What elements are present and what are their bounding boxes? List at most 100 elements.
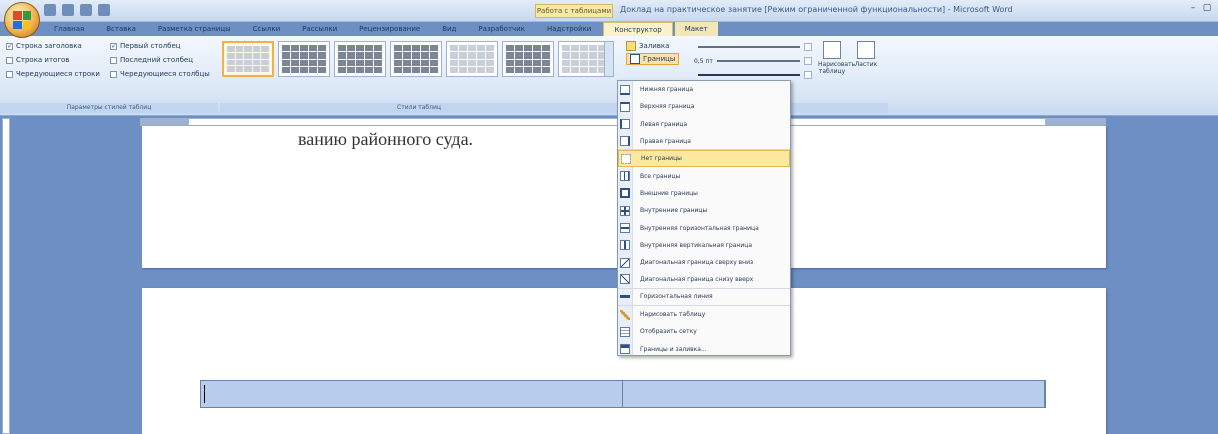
tab-view[interactable]: Вид — [432, 22, 466, 36]
menu-item-all-borders[interactable]: Все границы — [618, 167, 790, 184]
menu-item-diagonal-down-border[interactable]: Диагональная граница сверху вниз — [618, 254, 790, 271]
table-style-item[interactable] — [558, 41, 610, 77]
menu-item-inside-borders[interactable]: Внутренние границы — [618, 202, 790, 219]
header-row-checkbox[interactable]: ✓ Строка заголовка — [6, 42, 82, 50]
total-row-checkbox[interactable]: Строка итогов — [6, 56, 69, 64]
ribbon: ✓ Строка заголовка Строка итогов Чередующ… — [0, 36, 1218, 116]
table-cell[interactable] — [201, 381, 623, 407]
borders-dropdown-menu: Нижняя граница Верхняя граница Левая грани… — [617, 80, 791, 356]
menu-item-label: Отобразить сетку — [640, 328, 697, 336]
tab-design[interactable]: Конструктор — [603, 22, 673, 36]
menu-item-diagonal-up-border[interactable]: Диагональная граница снизу вверх — [618, 271, 790, 289]
inside-horizontal-border-icon — [620, 223, 630, 234]
menu-item-label: Внутренняя горизонтальная граница — [640, 224, 759, 232]
pen-style-select[interactable] — [694, 42, 812, 52]
menu-item-view-gridlines[interactable]: Отобразить сетку — [618, 323, 790, 340]
context-tab-group: Работа с таблицами — [535, 4, 613, 18]
tab-review[interactable]: Рецензирование — [349, 22, 430, 36]
quick-access-toolbar — [44, 4, 110, 16]
banded-columns-checkbox[interactable]: Чередующиеся столбцы — [110, 70, 210, 78]
save-icon[interactable] — [44, 4, 56, 16]
vertical-ruler[interactable] — [2, 118, 10, 434]
draw-table-icon — [823, 41, 841, 59]
menu-item-inside-horizontal-border[interactable]: Внутренняя горизонтальная граница — [618, 219, 790, 236]
tab-home[interactable]: Главная — [44, 22, 94, 36]
shading-icon — [626, 41, 636, 51]
checkbox-checked-icon: ✓ — [110, 42, 117, 50]
outside-borders-icon — [620, 188, 630, 199]
tab-developer[interactable]: Разработчик — [468, 22, 535, 36]
menu-item-right-border[interactable]: Правая граница — [618, 133, 790, 151]
tab-layout[interactable]: Макет — [674, 22, 718, 36]
text-cursor — [204, 385, 205, 403]
minimize-icon[interactable]: – — [1188, 3, 1198, 13]
menu-item-label: Правая граница — [640, 137, 691, 145]
title-bar: Работа с таблицами Доклад на практическо… — [0, 0, 1218, 22]
group-label-table-styles: Стили таблиц — [220, 103, 618, 113]
menu-item-label: Внешние границы — [640, 189, 698, 197]
shading-button[interactable]: Заливка — [626, 41, 669, 51]
menu-item-label: Левая граница — [640, 120, 688, 128]
gallery-scroll[interactable] — [604, 41, 614, 77]
office-logo-icon — [13, 11, 31, 29]
chevron-down-icon — [804, 71, 812, 79]
first-column-checkbox[interactable]: ✓ Первый столбец — [110, 42, 181, 50]
customize-qat-icon[interactable] — [98, 4, 110, 16]
pen-settings: 0,5 пт — [694, 42, 812, 84]
maximize-icon[interactable]: ▢ — [1202, 3, 1212, 13]
menu-item-label: Нарисовать таблицу — [640, 311, 706, 318]
menu-item-left-border[interactable]: Левая граница — [618, 116, 790, 133]
menu-item-bottom-border[interactable]: Нижняя граница — [618, 81, 790, 98]
tab-addins[interactable]: Надстройки — [537, 22, 601, 36]
menu-item-draw-table[interactable]: Нарисовать таблицу — [618, 306, 790, 323]
menu-item-borders-and-shading[interactable]: Границы и заливка... — [618, 340, 790, 357]
all-borders-icon — [620, 171, 630, 182]
menu-item-label: Диагональная граница снизу вверх — [640, 275, 754, 283]
eraser-icon — [857, 41, 875, 59]
borders-button[interactable]: Границы — [626, 53, 680, 65]
diagonal-up-border-icon — [620, 274, 630, 285]
tab-insert[interactable]: Вставка — [96, 22, 146, 36]
table-style-item[interactable] — [334, 41, 386, 77]
menu-item-label: Границы и заливка... — [640, 345, 707, 353]
right-border-icon — [620, 136, 630, 147]
ribbon-tabs: Главная Вставка Разметка страницы Ссылки… — [44, 22, 718, 36]
document-table[interactable] — [200, 380, 1046, 408]
table-style-item[interactable] — [222, 41, 274, 77]
chevron-down-icon — [804, 57, 812, 65]
banded-rows-checkbox[interactable]: Чередующиеся строки — [6, 70, 100, 78]
menu-item-inside-vertical-border[interactable]: Внутренняя вертикальная граница — [618, 237, 790, 254]
redo-icon[interactable] — [80, 4, 92, 16]
view-gridlines-icon — [620, 326, 630, 337]
table-style-item[interactable] — [502, 41, 554, 77]
tab-page-layout[interactable]: Разметка страницы — [148, 22, 241, 36]
undo-icon[interactable] — [62, 4, 74, 16]
left-border-icon — [620, 119, 630, 130]
menu-item-label: Все границы — [640, 172, 681, 180]
menu-item-outside-borders[interactable]: Внешние границы — [618, 185, 790, 202]
menu-item-label: Внутренние границы — [640, 207, 708, 215]
chevron-down-icon — [804, 43, 812, 51]
menu-item-horizontal-line[interactable]: Горизонтальная линия — [618, 289, 790, 306]
tab-mailings[interactable]: Рассылки — [292, 22, 347, 36]
menu-item-top-border[interactable]: Верхняя граница — [618, 98, 790, 115]
menu-item-label: Горизонтальная линия — [640, 293, 713, 301]
checkbox-checked-icon: ✓ — [6, 42, 13, 50]
table-style-item[interactable] — [446, 41, 498, 77]
eraser-button[interactable]: Ластик — [852, 41, 880, 68]
pen-color-select[interactable] — [694, 70, 812, 80]
horizontal-line-icon — [620, 291, 630, 302]
menu-item-label: Нижняя граница — [640, 86, 694, 94]
table-style-item[interactable] — [278, 41, 330, 77]
table-styles-gallery — [222, 41, 610, 77]
draw-table-button[interactable]: Нарисовать таблицу — [818, 41, 855, 75]
table-cell[interactable] — [623, 381, 1045, 407]
menu-item-no-border[interactable]: Нет границы — [618, 150, 790, 168]
last-column-checkbox[interactable]: Последний столбец — [110, 56, 193, 64]
office-button[interactable] — [4, 2, 40, 38]
group-label-style-options: Параметры стилей таблиц — [0, 103, 218, 113]
tab-references[interactable]: Ссылки — [243, 22, 291, 36]
table-style-item[interactable] — [390, 41, 442, 77]
menu-item-label: Нет границы — [641, 155, 682, 163]
pen-weight-select[interactable]: 0,5 пт — [694, 56, 812, 66]
